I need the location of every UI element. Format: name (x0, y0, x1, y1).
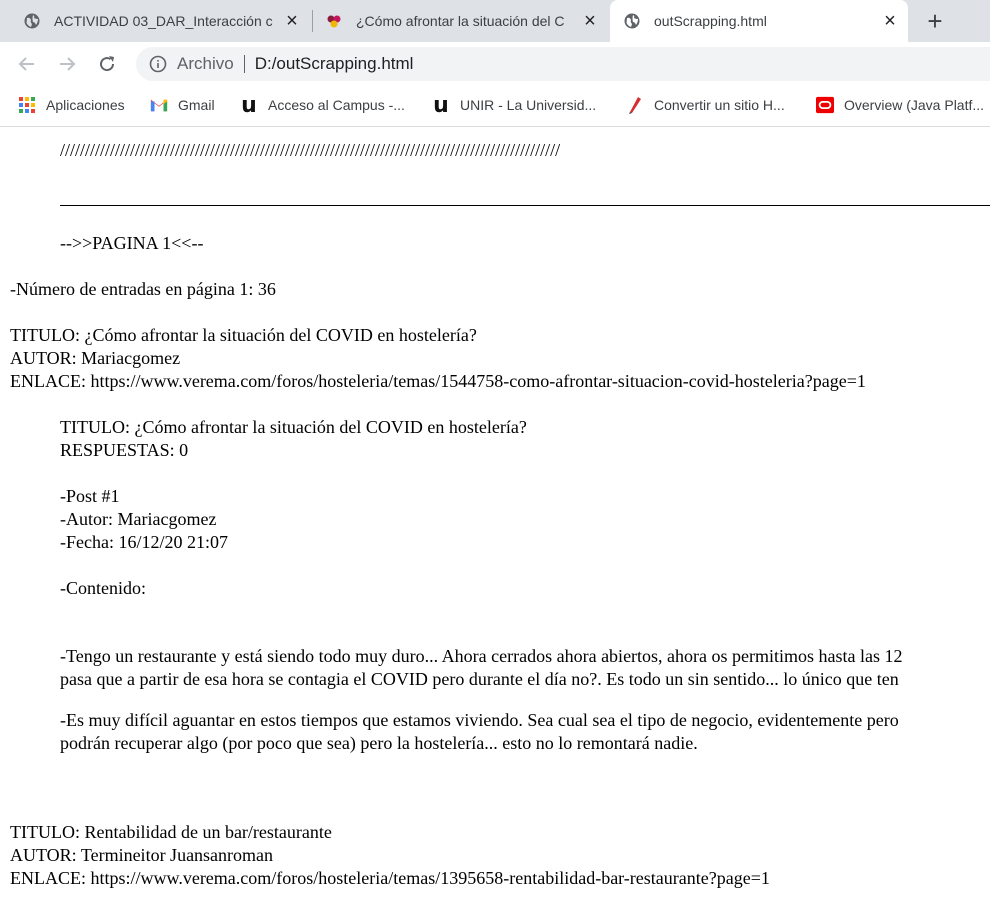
bookmark-label: Overview (Java Platf... (844, 97, 985, 113)
close-tab-icon[interactable]: × (580, 11, 600, 31)
apps-grid-icon (18, 96, 36, 114)
entry-title: TITULO: ¿Cómo afrontar la situación del … (10, 325, 477, 345)
arrow-right-icon (60, 57, 76, 71)
bookmarks-bar: Aplicaciones Gmail u Acceso al Campus -.… (0, 86, 990, 127)
bookmark-label: UNIR - La Universid... (460, 97, 597, 113)
post-number: -Post #1 (60, 486, 120, 506)
globe-icon (24, 13, 40, 29)
arrow-left-icon (18, 57, 34, 71)
post-paragraph-line: -Tengo un restaurante y está siendo todo… (60, 646, 903, 666)
post-paragraph-line: pasa que a partir de esa hora se contagi… (60, 669, 899, 689)
post-content-label: -Contenido: (60, 578, 146, 598)
post-author: -Autor: Mariacgomez (60, 509, 217, 529)
bookmark-gmail[interactable]: Gmail (150, 86, 215, 124)
reload-button[interactable] (94, 51, 120, 77)
bookmark-label: Aplicaciones (46, 97, 125, 113)
close-tab-icon[interactable]: × (282, 11, 302, 31)
tab-outscrapping[interactable]: outScrapping.html × (610, 0, 908, 42)
thread-title: TITULO: ¿Cómo afrontar la situación del … (60, 417, 527, 437)
url-text[interactable]: D:/outScrapping.html (255, 54, 414, 74)
bookmark-unir[interactable]: u UNIR - La Universid... (432, 86, 596, 124)
bookmark-overview-java[interactable]: Overview (Java Platf... (816, 86, 984, 124)
forward-button[interactable] (54, 51, 80, 77)
back-button[interactable] (14, 51, 40, 77)
address-bar[interactable]: Archivo D:/outScrapping.html (136, 47, 990, 81)
close-tab-icon[interactable]: × (880, 11, 900, 31)
slash-separator: ////////////////////////////////////////… (60, 140, 561, 160)
page-content: ////////////////////////////////////////… (0, 127, 990, 900)
bookmark-aplicaciones[interactable]: Aplicaciones (18, 86, 125, 124)
url-divider (243, 55, 245, 73)
bookmark-label: Convertir un sitio H... (654, 97, 785, 113)
entry-author: AUTOR: Termineitor Juansanroman (10, 845, 274, 865)
horizontal-rule (60, 205, 990, 206)
oracle-icon (816, 96, 834, 114)
pen-icon (626, 96, 644, 114)
gmail-icon (150, 96, 168, 114)
entry-author: AUTOR: Mariacgomez (10, 348, 181, 368)
unir-icon: u (433, 92, 449, 118)
entry-title: TITULO: Rentabilidad de un bar/restauran… (10, 822, 332, 842)
tab-actividad[interactable]: ACTIVIDAD 03_DAR_Interacción c × (10, 0, 310, 42)
tab-title: ¿Cómo afrontar la situación del C (356, 13, 565, 29)
new-tab-button[interactable]: + (921, 7, 949, 35)
post-paragraph-line: podrán recuperar algo (por poco que sea)… (60, 733, 698, 753)
bookmark-acceso-campus[interactable]: u Acceso al Campus -... (240, 86, 405, 124)
browser-toolbar: Archivo D:/outScrapping.html (0, 42, 990, 86)
bookmark-convertir[interactable]: Convertir un sitio H... (626, 86, 785, 124)
entry-link: ENLACE: https://www.verema.com/foros/hos… (10, 371, 866, 391)
tab-title: outScrapping.html (654, 13, 767, 29)
bookmark-label: Gmail (178, 97, 215, 113)
entry-link: ENLACE: https://www.verema.com/foros/hos… (10, 868, 770, 888)
reload-icon (100, 56, 115, 72)
thread-replies: RESPUESTAS: 0 (60, 440, 189, 460)
bookmark-label: Acceso al Campus -... (268, 97, 405, 113)
post-date: -Fecha: 16/12/20 21:07 (60, 532, 228, 552)
info-icon[interactable] (149, 55, 167, 73)
unir-icon: u (241, 92, 257, 118)
tab-como-afrontar[interactable]: ¿Cómo afrontar la situación del C × (312, 0, 608, 42)
post-paragraph-line: -Es muy difícil aguantar en estos tiempo… (60, 710, 899, 730)
url-scheme: Archivo (177, 54, 234, 73)
tab-title: ACTIVIDAD 03_DAR_Interacción c (54, 13, 273, 29)
page-heading: -->>PAGINA 1<<-- (60, 233, 204, 253)
globe-icon (624, 13, 640, 29)
verema-icon (327, 15, 341, 28)
entries-count: -Número de entradas en página 1: 36 (10, 279, 276, 299)
tab-strip: ACTIVIDAD 03_DAR_Interacción c × ¿Cómo a… (0, 0, 990, 42)
